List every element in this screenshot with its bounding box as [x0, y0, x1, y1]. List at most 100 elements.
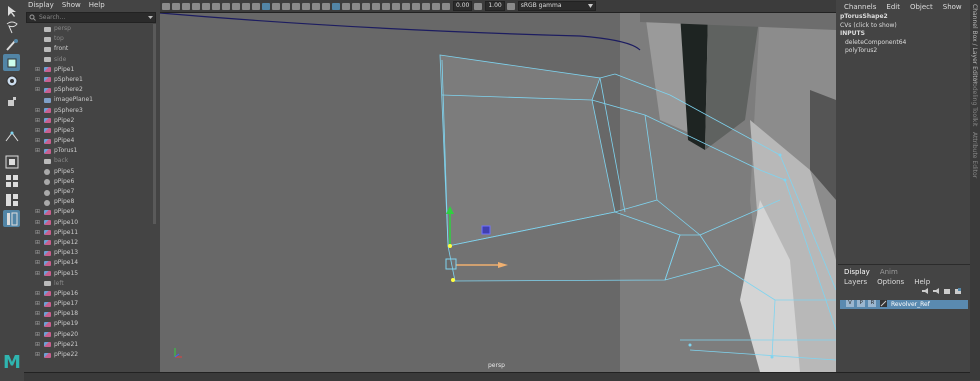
menu-channels[interactable]: Channels — [844, 2, 876, 12]
single-pane-layout-icon[interactable] — [3, 153, 20, 170]
outliner-item[interactable]: ⊞ pPipe14 — [24, 258, 150, 268]
exposure-field[interactable]: 0.00 — [453, 1, 473, 11]
outliner-item[interactable]: ⊞ pPipe2 — [24, 116, 150, 126]
expand-icon[interactable]: ⊞ — [35, 350, 40, 360]
outliner-item[interactable]: ⊞ pPipe13 — [24, 248, 150, 258]
outliner-item[interactable]: ⊞ pPipe9 — [24, 207, 150, 217]
outliner-item[interactable]: ⊞ pPipe12 — [24, 238, 150, 248]
resolution-gate-icon[interactable] — [212, 2, 220, 10]
film-gate-icon[interactable] — [202, 2, 210, 10]
last-tool-icon[interactable] — [3, 128, 20, 145]
two-pane-layout-icon[interactable] — [3, 191, 20, 208]
outliner-item[interactable]: ⊞ pTorus1 — [24, 146, 150, 156]
smooth-shade-icon[interactable] — [272, 2, 280, 10]
field-chart-icon[interactable] — [232, 2, 240, 10]
menu-edit[interactable]: Edit — [886, 2, 900, 12]
outliner-item[interactable]: ⊞ pPipe22 — [24, 350, 150, 360]
layer-color-icon[interactable] — [879, 300, 887, 307]
gate-mask-icon[interactable] — [222, 2, 230, 10]
expand-icon[interactable]: ⊞ — [35, 126, 40, 136]
xray-active-icon[interactable] — [352, 2, 360, 10]
outliner-item[interactable]: persp — [24, 24, 150, 34]
lock-camera-icon[interactable] — [432, 2, 440, 10]
expand-icon[interactable]: ⊞ — [35, 85, 40, 95]
outliner-menu-display[interactable]: Display — [28, 0, 54, 10]
new-layer-selected-icon[interactable] — [955, 288, 962, 294]
outliner-item[interactable]: side — [24, 55, 150, 65]
depth-of-field-icon[interactable] — [402, 2, 410, 10]
outliner-item[interactable]: ⊞ pPipe16 — [24, 289, 150, 299]
expand-icon[interactable]: ⊞ — [35, 218, 40, 228]
outliner-item[interactable]: imagePlane1 — [24, 95, 150, 105]
wireframe-icon[interactable] — [262, 2, 270, 10]
outliner-item[interactable]: pPipe8 — [24, 197, 150, 207]
four-pane-layout-icon[interactable] — [3, 172, 20, 189]
expand-icon[interactable]: ⊞ — [35, 207, 40, 217]
paint-select-icon[interactable] — [3, 36, 20, 53]
viewport-persp[interactable]: 0.00 1.00 sRGB gamma persp — [160, 0, 836, 372]
outliner-search-input[interactable]: Search... — [26, 12, 156, 23]
expand-icon[interactable]: ⊞ — [35, 269, 40, 279]
outliner-item[interactable]: ⊞ pPipe18 — [24, 309, 150, 319]
menu-options[interactable]: Options — [877, 277, 904, 287]
outliner-item[interactable]: pPipe5 — [24, 167, 150, 177]
textured-icon[interactable] — [292, 2, 300, 10]
layer-reference-toggle[interactable]: R — [868, 300, 877, 307]
lasso-tool-icon[interactable] — [3, 18, 20, 35]
gamma-field[interactable]: 1.00 — [485, 1, 505, 11]
layer-playback-toggle[interactable]: P — [857, 300, 866, 307]
expand-icon[interactable]: ⊞ — [35, 248, 40, 258]
color-management-icon[interactable] — [506, 2, 515, 10]
move-tool-icon[interactable] — [3, 54, 20, 71]
grid-icon[interactable] — [412, 2, 420, 10]
expand-icon[interactable]: ⊞ — [35, 299, 40, 309]
expand-icon[interactable]: ⊞ — [35, 136, 40, 146]
outliner-item[interactable]: ⊞ pPipe11 — [24, 228, 150, 238]
outliner-item[interactable]: ⊞ pPipe4 — [24, 136, 150, 146]
input-node[interactable]: deleteComponent64 — [845, 39, 906, 46]
outliner-item[interactable]: front — [24, 44, 150, 54]
expand-icon[interactable]: ⊞ — [35, 238, 40, 248]
expand-icon[interactable]: ⊞ — [35, 65, 40, 75]
expand-icon[interactable]: ⊞ — [35, 319, 40, 329]
expand-icon[interactable]: ⊞ — [35, 75, 40, 85]
expand-icon[interactable]: ⊞ — [35, 146, 40, 156]
tab-attribute-editor[interactable]: Attribute Editor — [971, 132, 978, 178]
select-arrow-icon[interactable] — [3, 2, 20, 19]
outliner-item[interactable]: left — [24, 279, 150, 289]
backface-culling-icon[interactable] — [372, 2, 380, 10]
expand-icon[interactable]: ⊞ — [35, 106, 40, 116]
expand-icon[interactable]: ⊞ — [35, 340, 40, 350]
outliner-menu-help[interactable]: Help — [89, 0, 105, 10]
input-node[interactable]: polyTorus2 — [845, 47, 877, 54]
tab-anim[interactable]: Anim — [880, 267, 898, 277]
menu-object[interactable]: Object — [910, 2, 933, 12]
outliner-item[interactable]: back — [24, 156, 150, 166]
menu-layers[interactable]: Layers — [844, 277, 867, 287]
outliner-item[interactable]: ⊞ pSphere1 — [24, 75, 150, 85]
rotate-tool-icon[interactable] — [3, 72, 20, 89]
outliner-layout-icon[interactable] — [3, 210, 20, 227]
safe-title-icon[interactable] — [252, 2, 260, 10]
bookmark-icon[interactable] — [172, 2, 180, 10]
outliner-menu-show[interactable]: Show — [62, 0, 81, 10]
menu-help[interactable]: Help — [914, 277, 930, 287]
gamma-icon[interactable] — [474, 2, 483, 10]
layer-name[interactable]: Revolver_Ref — [891, 301, 930, 308]
outliner-item[interactable]: ⊞ pPipe1 — [24, 65, 150, 75]
cvs-toggle[interactable]: CVs (click to show) — [840, 22, 897, 29]
hud-icon[interactable] — [422, 2, 430, 10]
layer-row[interactable]: V P R Revolver_Ref — [840, 300, 968, 309]
outliner-item[interactable]: ⊞ pPipe3 — [24, 126, 150, 136]
safe-action-icon[interactable] — [242, 2, 250, 10]
outliner-scrollbar[interactable] — [153, 24, 156, 224]
tab-modeling-toolkit[interactable]: Modeling Toolkit — [971, 78, 978, 126]
expand-icon[interactable]: ⊞ — [35, 330, 40, 340]
ambient-occlusion-icon[interactable] — [322, 2, 330, 10]
xray-icon[interactable] — [332, 2, 340, 10]
outliner-item[interactable]: ⊞ pPipe10 — [24, 218, 150, 228]
multisample-icon[interactable] — [392, 2, 400, 10]
image-plane-icon[interactable] — [182, 2, 190, 10]
outliner-item[interactable]: ⊞ pPipe20 — [24, 330, 150, 340]
outliner-item[interactable]: ⊞ pPipe21 — [24, 340, 150, 350]
